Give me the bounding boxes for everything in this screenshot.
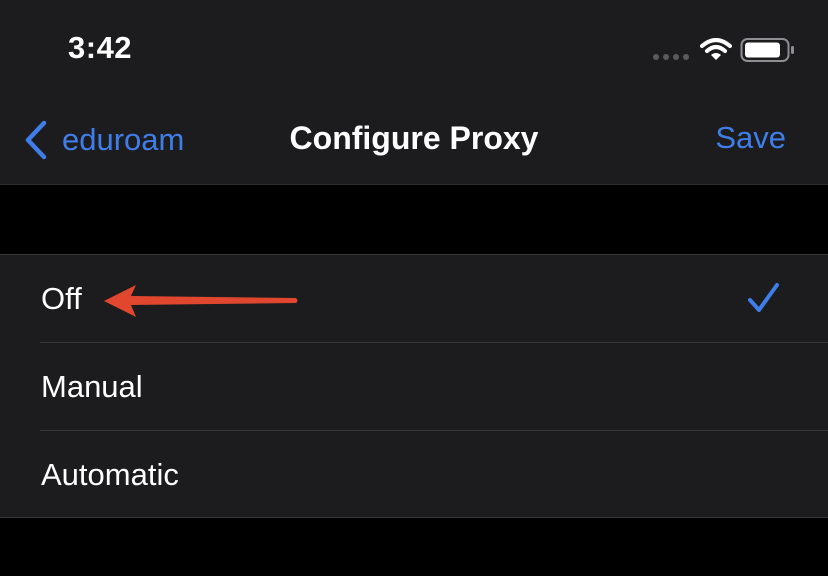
wifi-icon [700,38,732,60]
back-button[interactable]: eduroam [24,118,184,162]
screen: 3:42 eduroam Configure Proxy Save Off Ma… [0,0,828,576]
proxy-options-list: Off Manual Automatic [0,254,828,518]
top-bar: 3:42 eduroam Configure Proxy Save [0,0,828,184]
option-label: Manual [41,369,143,404]
option-label: Automatic [41,457,179,492]
option-label: Off [41,281,82,316]
status-time: 3:42 [68,30,133,65]
save-button[interactable]: Save [715,120,786,156]
option-automatic[interactable]: Automatic [0,431,828,519]
status-bar: 3:42 [0,0,828,100]
battery-icon [740,38,794,62]
signal-icon [653,54,689,60]
option-off[interactable]: Off [0,255,828,343]
checkmark-icon [748,283,779,312]
option-manual[interactable]: Manual [0,343,828,431]
navigation-bar: eduroam Configure Proxy Save [0,100,828,184]
chevron-left-icon [25,120,47,160]
back-label: eduroam [62,122,185,157]
nav-separator [0,184,828,185]
